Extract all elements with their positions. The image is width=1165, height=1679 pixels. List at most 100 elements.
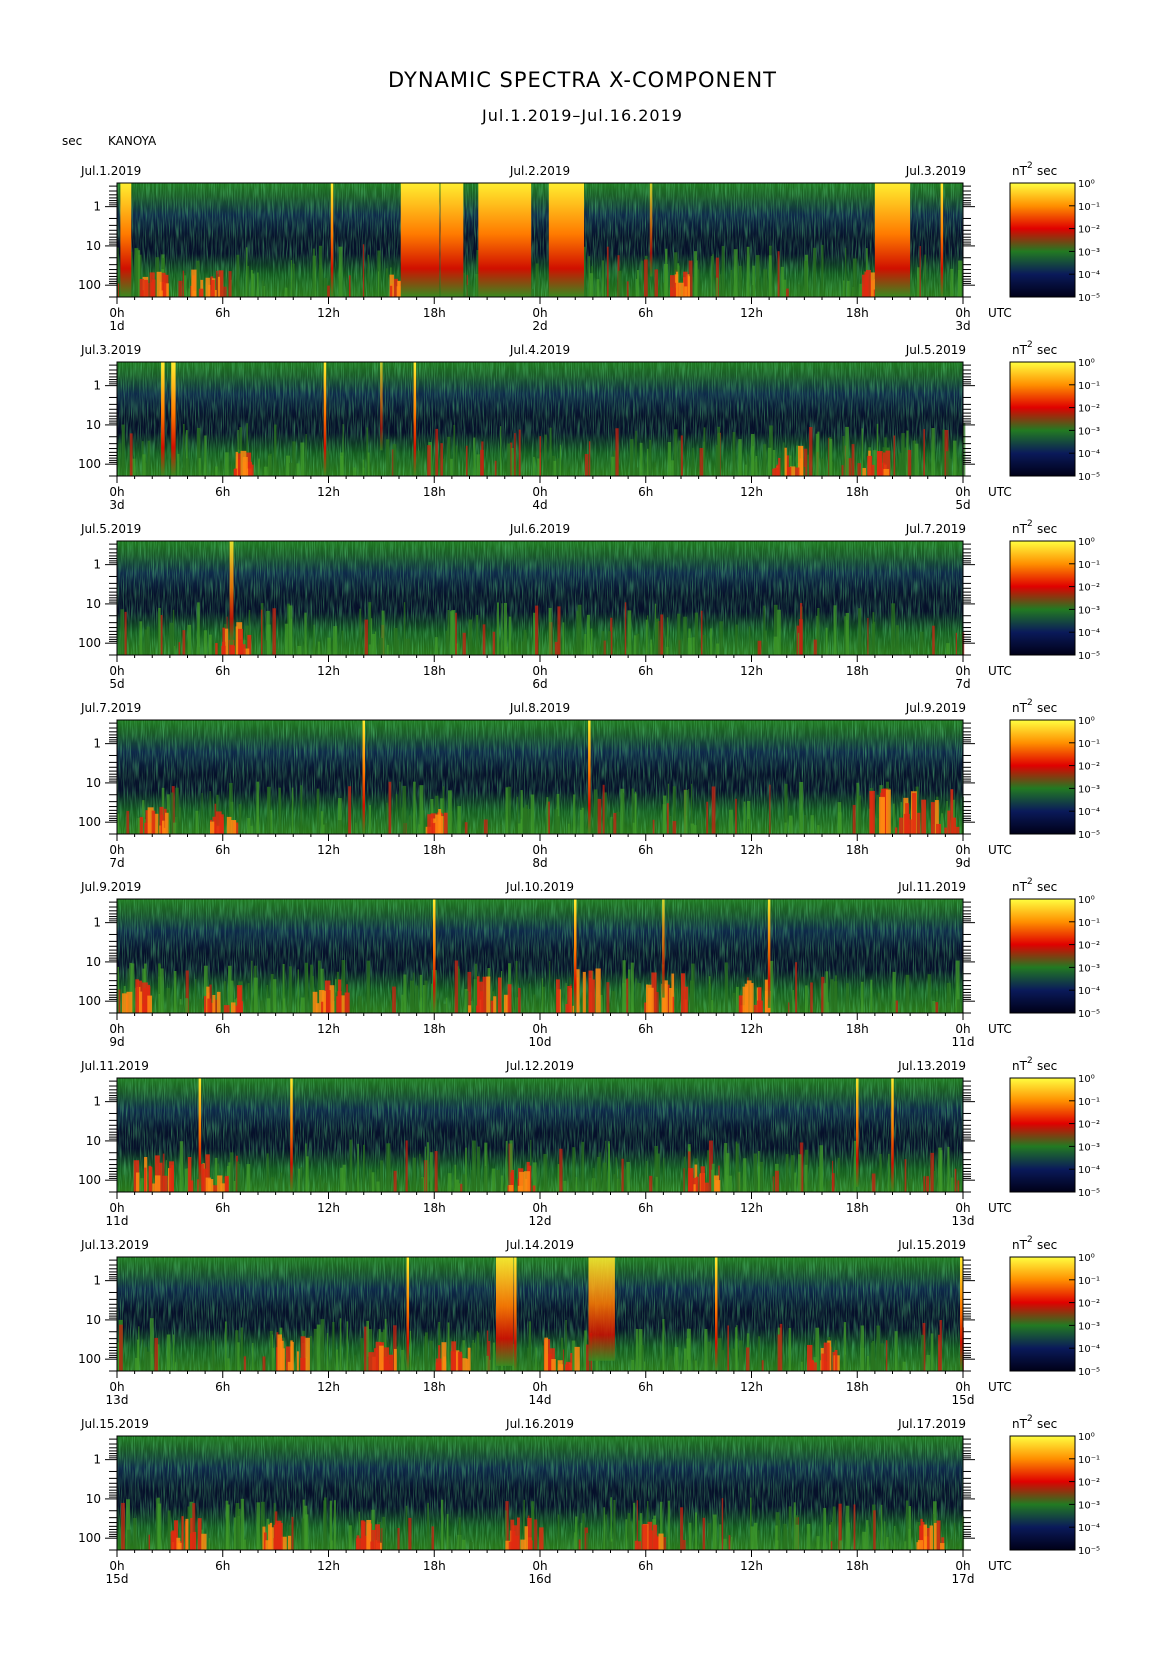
activity-stripe: [608, 1541, 613, 1550]
activity-stripe: [905, 1500, 909, 1550]
activity-stripe: [876, 794, 879, 834]
colorbar-tick-label: 10⁻⁵: [1078, 1188, 1100, 1199]
burst-mark: [921, 799, 927, 834]
burst-mark: [532, 1185, 536, 1192]
activity-stripe: [324, 1182, 328, 1192]
burst-mark: [393, 1348, 397, 1371]
burst-mark: [879, 796, 885, 834]
x-tick-label: 12h: [317, 843, 340, 857]
activity-stripe: [671, 460, 675, 476]
activity-stripe: [427, 445, 431, 476]
activity-stripe: [266, 998, 271, 1013]
colorbar-tick-label: 10⁻⁵: [1078, 1546, 1100, 1557]
x-tick-label: 6h: [215, 1559, 230, 1573]
burst-mark: [209, 821, 215, 834]
activity-stripe: [173, 970, 177, 1013]
burst-mark: [458, 1353, 463, 1371]
activity-stripe: [363, 1004, 365, 1013]
colorbar-tick-label: 10⁻⁵: [1078, 293, 1100, 304]
activity-stripe: [549, 427, 552, 476]
activity-stripe: [553, 460, 557, 476]
activity-stripe: [385, 268, 388, 297]
activity-stripe: [759, 1161, 764, 1192]
day-label: 8d: [532, 856, 547, 870]
activity-stripe: [654, 462, 657, 476]
activity-stripe: [866, 1520, 869, 1550]
activity-stripe: [401, 1349, 405, 1371]
x-tick-label: 18h: [423, 1201, 446, 1215]
activity-stripe: [440, 443, 443, 476]
x-tick-label: 6h: [638, 306, 653, 320]
burst-mark: [467, 1347, 471, 1371]
activity-stripe: [649, 1175, 653, 1192]
colorbar: [1009, 719, 1076, 835]
event-column: [574, 899, 577, 1013]
activity-stripe: [419, 1153, 421, 1192]
burst-mark: [936, 1520, 941, 1550]
activity-stripe: [919, 631, 924, 655]
activity-stripe: [230, 1152, 234, 1192]
activity-stripe: [806, 1523, 811, 1550]
activity-stripe: [688, 1522, 692, 1550]
activity-stripe: [622, 792, 625, 834]
activity-stripe: [532, 456, 535, 476]
activity-stripe: [732, 431, 736, 476]
activity-stripe: [431, 1526, 435, 1550]
activity-stripe: [496, 1170, 500, 1192]
activity-stripe: [148, 282, 150, 297]
burst-mark: [198, 288, 204, 297]
activity-stripe: [589, 273, 593, 297]
activity-stripe: [600, 994, 603, 1013]
activity-stripe: [198, 999, 203, 1013]
activity-stripe: [880, 1343, 885, 1371]
activity-stripe: [195, 810, 199, 834]
burst-mark: [217, 1175, 223, 1192]
activity-stripe: [649, 439, 652, 476]
colorbar-tick-label: 10⁻⁴: [1078, 986, 1100, 997]
activity-stripe: [723, 1538, 727, 1550]
activity-stripe: [256, 1502, 260, 1550]
activity-stripe: [846, 280, 850, 297]
activity-stripe: [629, 1521, 633, 1550]
activity-stripe: [731, 1536, 733, 1550]
burst-mark: [700, 1166, 705, 1192]
burst-mark: [242, 456, 248, 476]
activity-stripe: [747, 454, 749, 476]
burst-mark: [519, 1171, 525, 1192]
activity-stripe: [860, 1325, 864, 1371]
activity-stripe: [788, 1002, 790, 1013]
activity-stripe: [543, 1154, 548, 1192]
activity-stripe: [716, 277, 719, 297]
activity-stripe: [160, 968, 164, 1013]
activity-stripe: [224, 1321, 227, 1371]
activity-stripe: [523, 808, 528, 834]
activity-stripe: [182, 270, 184, 297]
y-tick-label: 10: [86, 597, 101, 611]
activity-stripe: [706, 801, 709, 834]
burst-mark: [530, 1540, 533, 1550]
activity-stripe: [624, 602, 627, 655]
activity-stripe: [588, 256, 590, 297]
burst-mark: [520, 1539, 526, 1550]
x-tick-label: 0h: [109, 843, 124, 857]
panel-left-date: Jul.7.2019: [80, 701, 141, 715]
burst-mark: [389, 285, 393, 297]
burst-mark: [276, 1539, 281, 1550]
activity-stripe: [757, 640, 762, 655]
activity-stripe: [719, 274, 721, 297]
burst-mark: [648, 1530, 654, 1550]
activity-stripe: [539, 436, 542, 476]
burst-mark: [863, 286, 867, 297]
activity-stripe: [517, 823, 521, 834]
activity-stripe: [767, 447, 772, 476]
activity-stripe: [340, 1167, 344, 1192]
activity-stripe: [448, 790, 452, 834]
activity-stripe: [947, 1146, 950, 1192]
burst-mark: [539, 1527, 544, 1550]
activity-stripe: [521, 641, 525, 655]
x-tick-label: 18h: [846, 843, 869, 857]
burst-mark: [800, 446, 803, 476]
colorbar-tick-label: 10⁻⁵: [1078, 651, 1100, 662]
event-column: [715, 1257, 718, 1371]
activity-stripe: [666, 803, 669, 834]
